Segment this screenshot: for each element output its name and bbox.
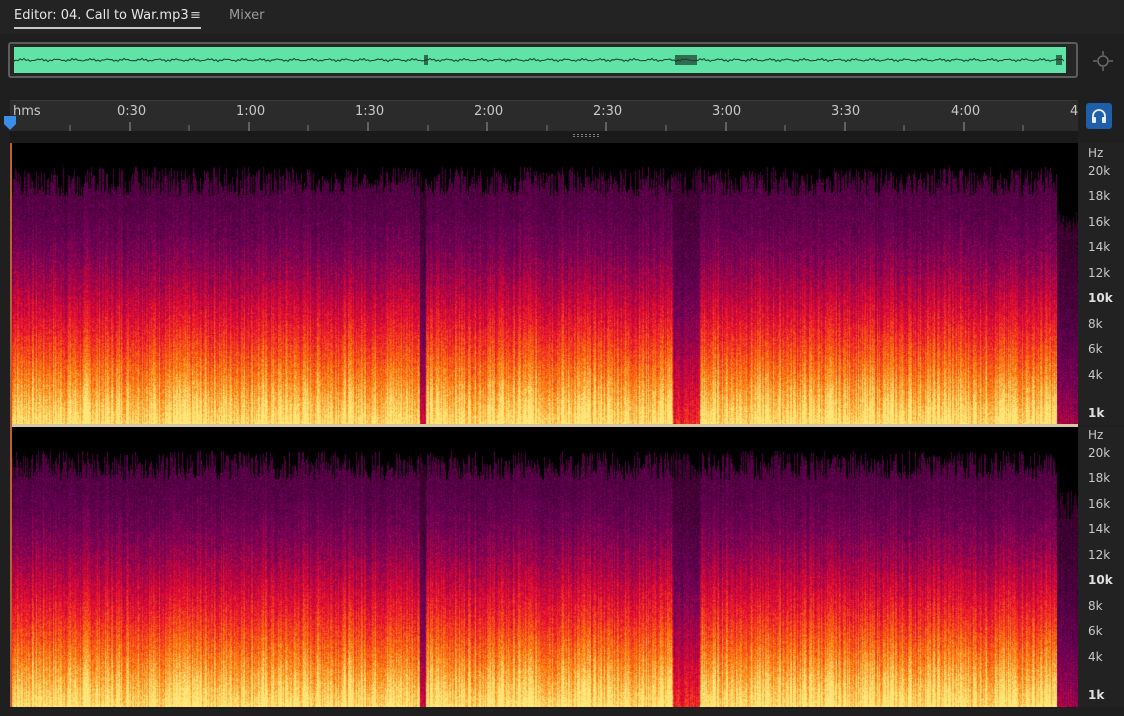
spectral-display-left-channel[interactable] — [10, 143, 1078, 425]
ruler-label: 2:00 — [474, 104, 504, 119]
time-ruler[interactable]: hms 0:30 1:00 1:30 2:00 2:30 3:00 3:30 4… — [10, 100, 1078, 131]
hz-label: 6k — [1088, 624, 1103, 638]
hz-label: 12k — [1088, 266, 1111, 280]
spectrogram-canvas — [10, 427, 1078, 707]
hz-label: 18k — [1088, 471, 1111, 485]
frequency-axis-left[interactable]: Hz 20k 18k 16k 14k 12k 10k 8k 6k 4k 1k — [1078, 143, 1124, 425]
hz-label: 20k — [1088, 446, 1111, 460]
hz-label: 4k — [1088, 368, 1103, 382]
hz-label: 14k — [1088, 522, 1111, 536]
ruler-splitter[interactable] — [10, 131, 1078, 143]
active-tab-indicator — [14, 27, 201, 29]
hz-unit-label: Hz — [1088, 146, 1104, 160]
hz-label: 20k — [1088, 164, 1111, 178]
ruler-label: 4 — [1070, 104, 1079, 119]
hz-label: 1k — [1088, 406, 1105, 420]
hz-label: 8k — [1088, 599, 1103, 613]
waveform-overview[interactable] — [8, 42, 1078, 78]
ruler-label: 4:00 — [951, 104, 981, 119]
hz-label: 18k — [1088, 189, 1111, 203]
hz-label: 8k — [1088, 317, 1103, 331]
frequency-axis-right[interactable]: Hz 20k 18k 16k 14k 12k 10k 8k 6k 4k 1k — [1078, 427, 1124, 707]
overview-waveform-icon — [13, 47, 1066, 73]
ruler-unit-label: hms — [13, 104, 41, 119]
headphones-icon — [1092, 109, 1106, 123]
ruler-label: 3:30 — [831, 104, 861, 119]
hz-label: 6k — [1088, 342, 1103, 356]
hz-label: 16k — [1088, 497, 1111, 511]
tab-editor[interactable]: Editor: 04. Call to War.mp3 — [14, 8, 189, 24]
hz-label: 16k — [1088, 215, 1111, 229]
ruler-label: 1:30 — [355, 104, 385, 119]
grip-handle-icon[interactable] — [572, 134, 604, 138]
tab-menu-icon[interactable]: ≡ — [190, 8, 201, 23]
hz-label: 10k — [1088, 573, 1113, 587]
headphones-button[interactable] — [1086, 103, 1112, 129]
hz-label: 1k — [1088, 688, 1105, 702]
hz-label: 10k — [1088, 291, 1113, 305]
ruler-ticks — [69, 122, 1024, 131]
panel-tab-bar: Editor: 04. Call to War.mp3 ≡ Mixer — [0, 0, 1124, 34]
hz-unit-label: Hz — [1088, 428, 1104, 442]
selection-start-line — [10, 143, 12, 707]
hz-label: 14k — [1088, 240, 1111, 254]
playhead-marker-icon[interactable] — [3, 115, 17, 131]
hz-label: 12k — [1088, 548, 1111, 562]
hz-label: 4k — [1088, 650, 1103, 664]
ruler-label: 3:00 — [712, 104, 742, 119]
tab-mixer[interactable]: Mixer — [229, 8, 264, 24]
ruler-label: 2:30 — [593, 104, 623, 119]
ruler-label: 1:00 — [236, 104, 266, 119]
spectral-display-right-channel[interactable] — [10, 427, 1078, 707]
spectrogram-canvas — [10, 143, 1078, 425]
ruler-label: 0:30 — [117, 104, 147, 119]
zoom-fit-icon[interactable] — [1092, 50, 1114, 72]
